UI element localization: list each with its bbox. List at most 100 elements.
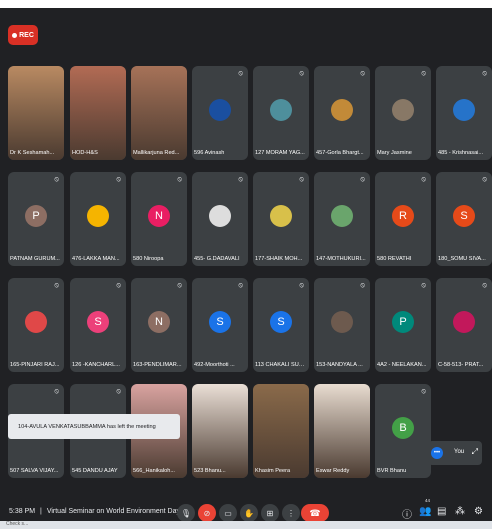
end-call-icon: ☎ (309, 507, 321, 518)
info-icon[interactable]: ⓘ (402, 506, 412, 521)
captions-button[interactable]: ▭ (219, 504, 237, 522)
taskbar: Check s... (0, 521, 492, 529)
participant-avatar (392, 99, 414, 121)
participant-tile[interactable]: ⦸ 455- G.DADAVALI (192, 172, 248, 266)
participant-avatar (209, 205, 231, 227)
meet-window: REC Dr K Seshamah... HOD-H&S Mallikarjuna … (0, 8, 492, 529)
participant-tile[interactable]: S ⦸ 180_SOMU SIVA... (436, 172, 492, 266)
self-view-label: You (454, 449, 465, 455)
mic-button[interactable]: 🎙 (177, 504, 195, 522)
participant-name: 127 MORAM YAG... (255, 150, 305, 156)
participant-avatar: S (87, 311, 109, 333)
participant-name: 147-MOTHUKURI... (316, 256, 366, 262)
participant-name: HOD-H&S (72, 150, 98, 156)
mic-muted-icon: ⦸ (299, 282, 304, 289)
mic-muted-icon: ⦸ (116, 176, 121, 183)
participant-name: 177-SHAIK MOH... (255, 256, 303, 262)
participant-name: 113 CHAKALI SUB... (255, 362, 307, 368)
participant-tile[interactable]: ⦸ 476-LAKKA MAN... (70, 172, 126, 266)
participant-tile[interactable]: ⦸ 153-NANDYALA ... (314, 278, 370, 372)
participant-tile[interactable]: Mallikarjuna Red... (131, 66, 187, 160)
participant-tile[interactable]: B ⦸ BVR Bhanu (375, 384, 431, 478)
mic-muted-icon: ⦸ (360, 176, 365, 183)
participant-avatar: R (392, 205, 414, 227)
mic-muted-icon: ⦸ (421, 176, 426, 183)
participant-tile[interactable]: S ⦸ 126 -KANCHARL... (70, 278, 126, 372)
more-icon: ⋮ (287, 508, 295, 518)
meeting-details: 5:38 PM | Virtual Seminar on World Envir… (9, 508, 180, 515)
raise-hand-button[interactable]: ✋ (240, 504, 258, 522)
participant-tile[interactable]: ⦸ 177-SHAIK MOH... (253, 172, 309, 266)
participant-name: BVR Bhanu (377, 468, 407, 474)
clock-time: 5:38 PM (9, 508, 36, 515)
participant-tile[interactable]: ⦸ Mary Jasmine (375, 66, 431, 160)
participant-tile[interactable]: P ⦸ PATNAM GURUM... (8, 172, 64, 266)
participant-tile[interactable]: ⦸ 147-MOTHUKURI... (314, 172, 370, 266)
participant-tile[interactable]: Eswar Reddy (314, 384, 370, 478)
participant-tile[interactable]: ⦸ 127 MORAM YAG... (253, 66, 309, 160)
raise-hand-icon: ✋ (244, 508, 254, 518)
participant-tile[interactable]: ⦸ 165-PINJARI RAJ... (8, 278, 64, 372)
self-view-tile[interactable]: ••• You ⤢ (428, 441, 482, 465)
participant-avatar: S (270, 311, 292, 333)
recording-badge: REC (8, 25, 38, 45)
participant-avatar (331, 205, 353, 227)
participant-name: Khasim Peera (255, 468, 291, 474)
participant-name: C-58-513- PRAT... (438, 362, 484, 368)
mic-muted-icon: ⦸ (421, 282, 426, 289)
present-button[interactable]: ⊞ (261, 504, 279, 522)
participant-name: Mary Jasmine (377, 150, 412, 156)
participant-tile[interactable]: 523 Bhanu... (192, 384, 248, 478)
host-controls-icon[interactable]: ⚙ (474, 506, 483, 517)
participant-tile[interactable]: ⦸ 596 Avinash (192, 66, 248, 160)
participant-avatar: S (453, 205, 475, 227)
more-options-button[interactable]: ⋮ (282, 504, 300, 522)
camera-button[interactable]: ⊘ (198, 504, 216, 522)
participant-tile[interactable]: ⦸ 485 - Krishnasai... (436, 66, 492, 160)
people-count: 44 (425, 498, 431, 503)
participant-tile[interactable]: N ⦸ 163-PENDLIMAR... (131, 278, 187, 372)
participant-avatar (331, 99, 353, 121)
participant-tile[interactable]: P ⦸ 4A2 - NEELAKAN... (375, 278, 431, 372)
mic-muted-icon: ⦸ (116, 388, 121, 395)
mic-muted-icon: ⦸ (421, 388, 426, 395)
participant-avatar (453, 99, 475, 121)
participant-avatar (270, 99, 292, 121)
people-icon[interactable]: 👥 44 (419, 498, 431, 517)
chat-icon[interactable]: ▤ (437, 506, 446, 517)
end-call-button[interactable]: ☎ (301, 504, 329, 522)
participant-tile[interactable]: S ⦸ 113 CHAKALI SUB... (253, 278, 309, 372)
participant-avatar (25, 311, 47, 333)
expand-icon[interactable]: ⤢ (472, 447, 478, 457)
mic-muted-icon: ⦸ (360, 282, 365, 289)
activities-icon[interactable]: ⁂ (455, 506, 465, 517)
participant-name: 492-Moorthoti ... (194, 362, 235, 368)
mic-muted-icon: ⦸ (177, 176, 182, 183)
participant-tile[interactable]: N ⦸ 580 Niroopa (131, 172, 187, 266)
participant-tile[interactable]: R ⦸ 580 REVATHI (375, 172, 431, 266)
participant-tile[interactable]: ⦸ 457-Gorla Bhargt... (314, 66, 370, 160)
participant-tile[interactable]: HOD-H&S (70, 66, 126, 160)
participant-avatar: S (209, 311, 231, 333)
participant-name: 580 Niroopa (133, 256, 164, 262)
participant-name: PATNAM GURUM... (10, 256, 60, 262)
participant-avatar: P (25, 205, 47, 227)
participant-name: Dr K Seshamah... (10, 150, 55, 156)
participant-avatar (453, 311, 475, 333)
mic-muted-icon: ⦸ (360, 70, 365, 77)
more-dots-icon[interactable]: ••• (431, 447, 443, 459)
record-dot-icon (12, 32, 18, 38)
participant-tile[interactable]: Khasim Peera (253, 384, 309, 478)
participant-tile[interactable]: Dr K Seshamah... (8, 66, 64, 160)
meeting-title: Virtual Seminar on World Environment Day (46, 508, 181, 515)
participant-tile[interactable]: S ⦸ 492-Moorthoti ... (192, 278, 248, 372)
participant-name: 153-NANDYALA ... (316, 362, 363, 368)
participant-name: Mallikarjuna Red... (133, 150, 180, 156)
participant-name: 545 DANDU AJAY (72, 468, 118, 474)
participant-avatar: B (392, 417, 414, 439)
participant-video (314, 384, 370, 478)
participant-name: 523 Bhanu... (194, 468, 226, 474)
participant-tile[interactable]: ⦸ C-58-513- PRAT... (436, 278, 492, 372)
participant-name: 507 SALVA VIJAY... (10, 468, 59, 474)
participant-avatar (87, 205, 109, 227)
